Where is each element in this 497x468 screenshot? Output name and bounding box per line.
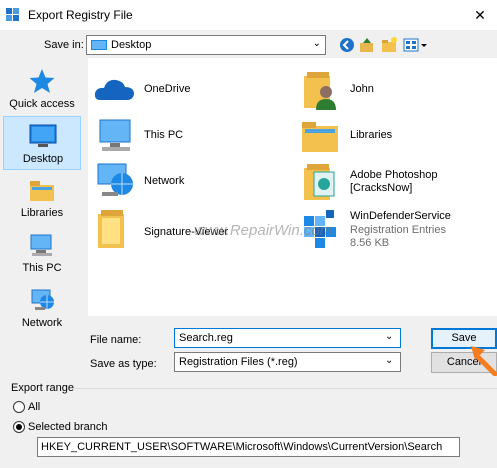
place-this-pc[interactable]: This PC [3, 226, 81, 280]
place-label: Network [21, 317, 63, 329]
file-type: Registration Entries [350, 224, 446, 236]
file-name-line2: [CracksNow] [350, 182, 413, 194]
list-item[interactable]: This PC [92, 114, 292, 158]
user-folder-icon [304, 72, 336, 110]
list-item[interactable]: Network [92, 160, 292, 204]
save-as-type-select[interactable]: Registration Files (*.reg) [174, 352, 401, 372]
save-in-value: Desktop [111, 39, 152, 51]
divider [70, 388, 497, 389]
watermark: www.RepairWin.com [194, 222, 333, 239]
chevron-down-icon: ⌄ [312, 38, 321, 49]
view-menu-icon[interactable] [402, 36, 428, 54]
photoshop-folder-icon [304, 164, 335, 200]
file-list[interactable]: OneDrive John This PC Libraries Network [88, 58, 497, 316]
network-icon [31, 289, 54, 310]
desktop-folder-icon [91, 40, 107, 50]
place-network[interactable]: Network [3, 281, 81, 335]
list-item[interactable]: Adobe Photoshop [CracksNow] [298, 160, 493, 204]
list-item[interactable]: Libraries [298, 114, 493, 158]
file-name: WinDefenderService [350, 210, 451, 222]
libraries-folder-icon [302, 122, 338, 152]
file-name: John [350, 83, 374, 95]
this-pc-icon [99, 119, 131, 151]
close-button[interactable]: ✕ [470, 6, 490, 24]
place-libraries[interactable]: Libraries [3, 171, 81, 225]
place-label: Desktop [22, 153, 64, 165]
place-desktop[interactable]: Desktop [3, 116, 81, 170]
network-icon [97, 163, 133, 196]
file-name: This PC [144, 129, 184, 141]
file-name: Libraries [350, 129, 393, 141]
folder-icon [98, 210, 124, 248]
places-bar: Quick access Desktop Libraries This PC N… [0, 58, 86, 376]
radio-selected-branch-label[interactable]: Selected branch [28, 421, 108, 433]
up-folder-icon[interactable] [358, 36, 376, 54]
file-name: OneDrive [144, 83, 191, 95]
file-size: 8.56 KB [350, 237, 390, 249]
radio-all[interactable] [13, 401, 25, 413]
radio-selected-branch[interactable] [13, 421, 25, 433]
desktop-icon [29, 124, 57, 147]
quick-access-star-icon [29, 69, 55, 93]
window-title: Export Registry File [28, 8, 133, 22]
save-as-type-label: Save as type: [90, 358, 157, 370]
file-name: Network [144, 175, 185, 187]
libraries-icon [30, 181, 54, 201]
list-item[interactable]: OneDrive [92, 68, 292, 112]
place-quick-access[interactable]: Quick access [3, 62, 81, 116]
onedrive-cloud-icon [94, 79, 134, 100]
list-item[interactable]: John [298, 68, 493, 112]
place-label: This PC [22, 262, 62, 274]
place-label: Quick access [9, 98, 75, 110]
chevron-down-icon[interactable]: ⌄ [385, 331, 393, 342]
save-in-label: Save in: [44, 39, 84, 51]
radio-all-label[interactable]: All [28, 401, 40, 413]
new-folder-icon[interactable] [380, 36, 398, 54]
file-name: Adobe Photoshop [350, 169, 438, 181]
registry-app-icon [6, 8, 19, 21]
pointer-arrow-icon [471, 346, 497, 376]
back-icon[interactable] [338, 36, 356, 54]
this-pc-icon [30, 234, 52, 256]
place-label: Libraries [20, 207, 64, 219]
file-name-label: File name: [90, 334, 142, 346]
selected-branch-input[interactable]: HKEY_CURRENT_USER\SOFTWARE\Microsoft\Win… [37, 437, 460, 457]
export-range-label: Export range [11, 382, 74, 394]
chevron-down-icon[interactable]: ⌄ [385, 355, 393, 366]
file-name-input[interactable]: Search.reg [174, 328, 401, 348]
save-in-dropdown[interactable]: Desktop ⌄ [86, 35, 326, 55]
